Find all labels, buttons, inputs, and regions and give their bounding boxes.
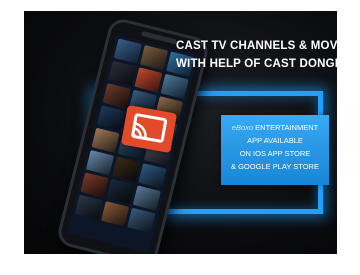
headline: CAST TV CHANNELS & MOVIES WITH HELP OF C… [176,37,337,73]
headline-line-1: CAST TV CHANNELS & MOVIES [176,40,337,52]
channel-thumbnail [134,67,163,93]
channel-thumbnail [108,60,137,86]
channel-thumbnail [102,83,131,109]
channel-thumbnail [113,38,142,64]
channel-thumbnail [74,194,103,220]
channel-thumbnail [127,207,156,233]
info-line-1-rest: ENTERTAINMENT [255,123,319,132]
cast-icon [120,104,178,154]
info-line-4: & GOOGLE PLAY STORE [231,162,319,171]
channel-thumbnail [112,156,141,182]
app-availability-box: eBoxo ENTERTAINMENT APP AVAILABLE ON IOS… [221,115,329,185]
channel-thumbnail [101,201,130,227]
channel-thumbnail [132,185,161,211]
channel-thumbnail [106,178,135,205]
channel-thumbnail [139,44,169,71]
channel-thumbnail [97,105,126,131]
headline-line-2: WITH HELP OF CAST DONGLE [176,58,337,70]
brand-name: eBoxo [231,123,254,132]
channel-thumbnail [160,73,189,100]
info-line-1: eBoxo ENTERTAINMENT [221,121,329,134]
channel-thumbnail [138,163,167,189]
channel-thumbnail [80,172,109,198]
info-line-3: ON IOS APP STORE [239,149,311,158]
channel-thumbnail [85,150,115,176]
cast-glyph [131,113,168,143]
channel-thumbnail [91,127,120,153]
info-line-2: APP AVAILABLE [247,136,303,145]
promo-banner: CAST TV CHANNELS & MOVIES WITH HELP OF C… [24,11,337,254]
